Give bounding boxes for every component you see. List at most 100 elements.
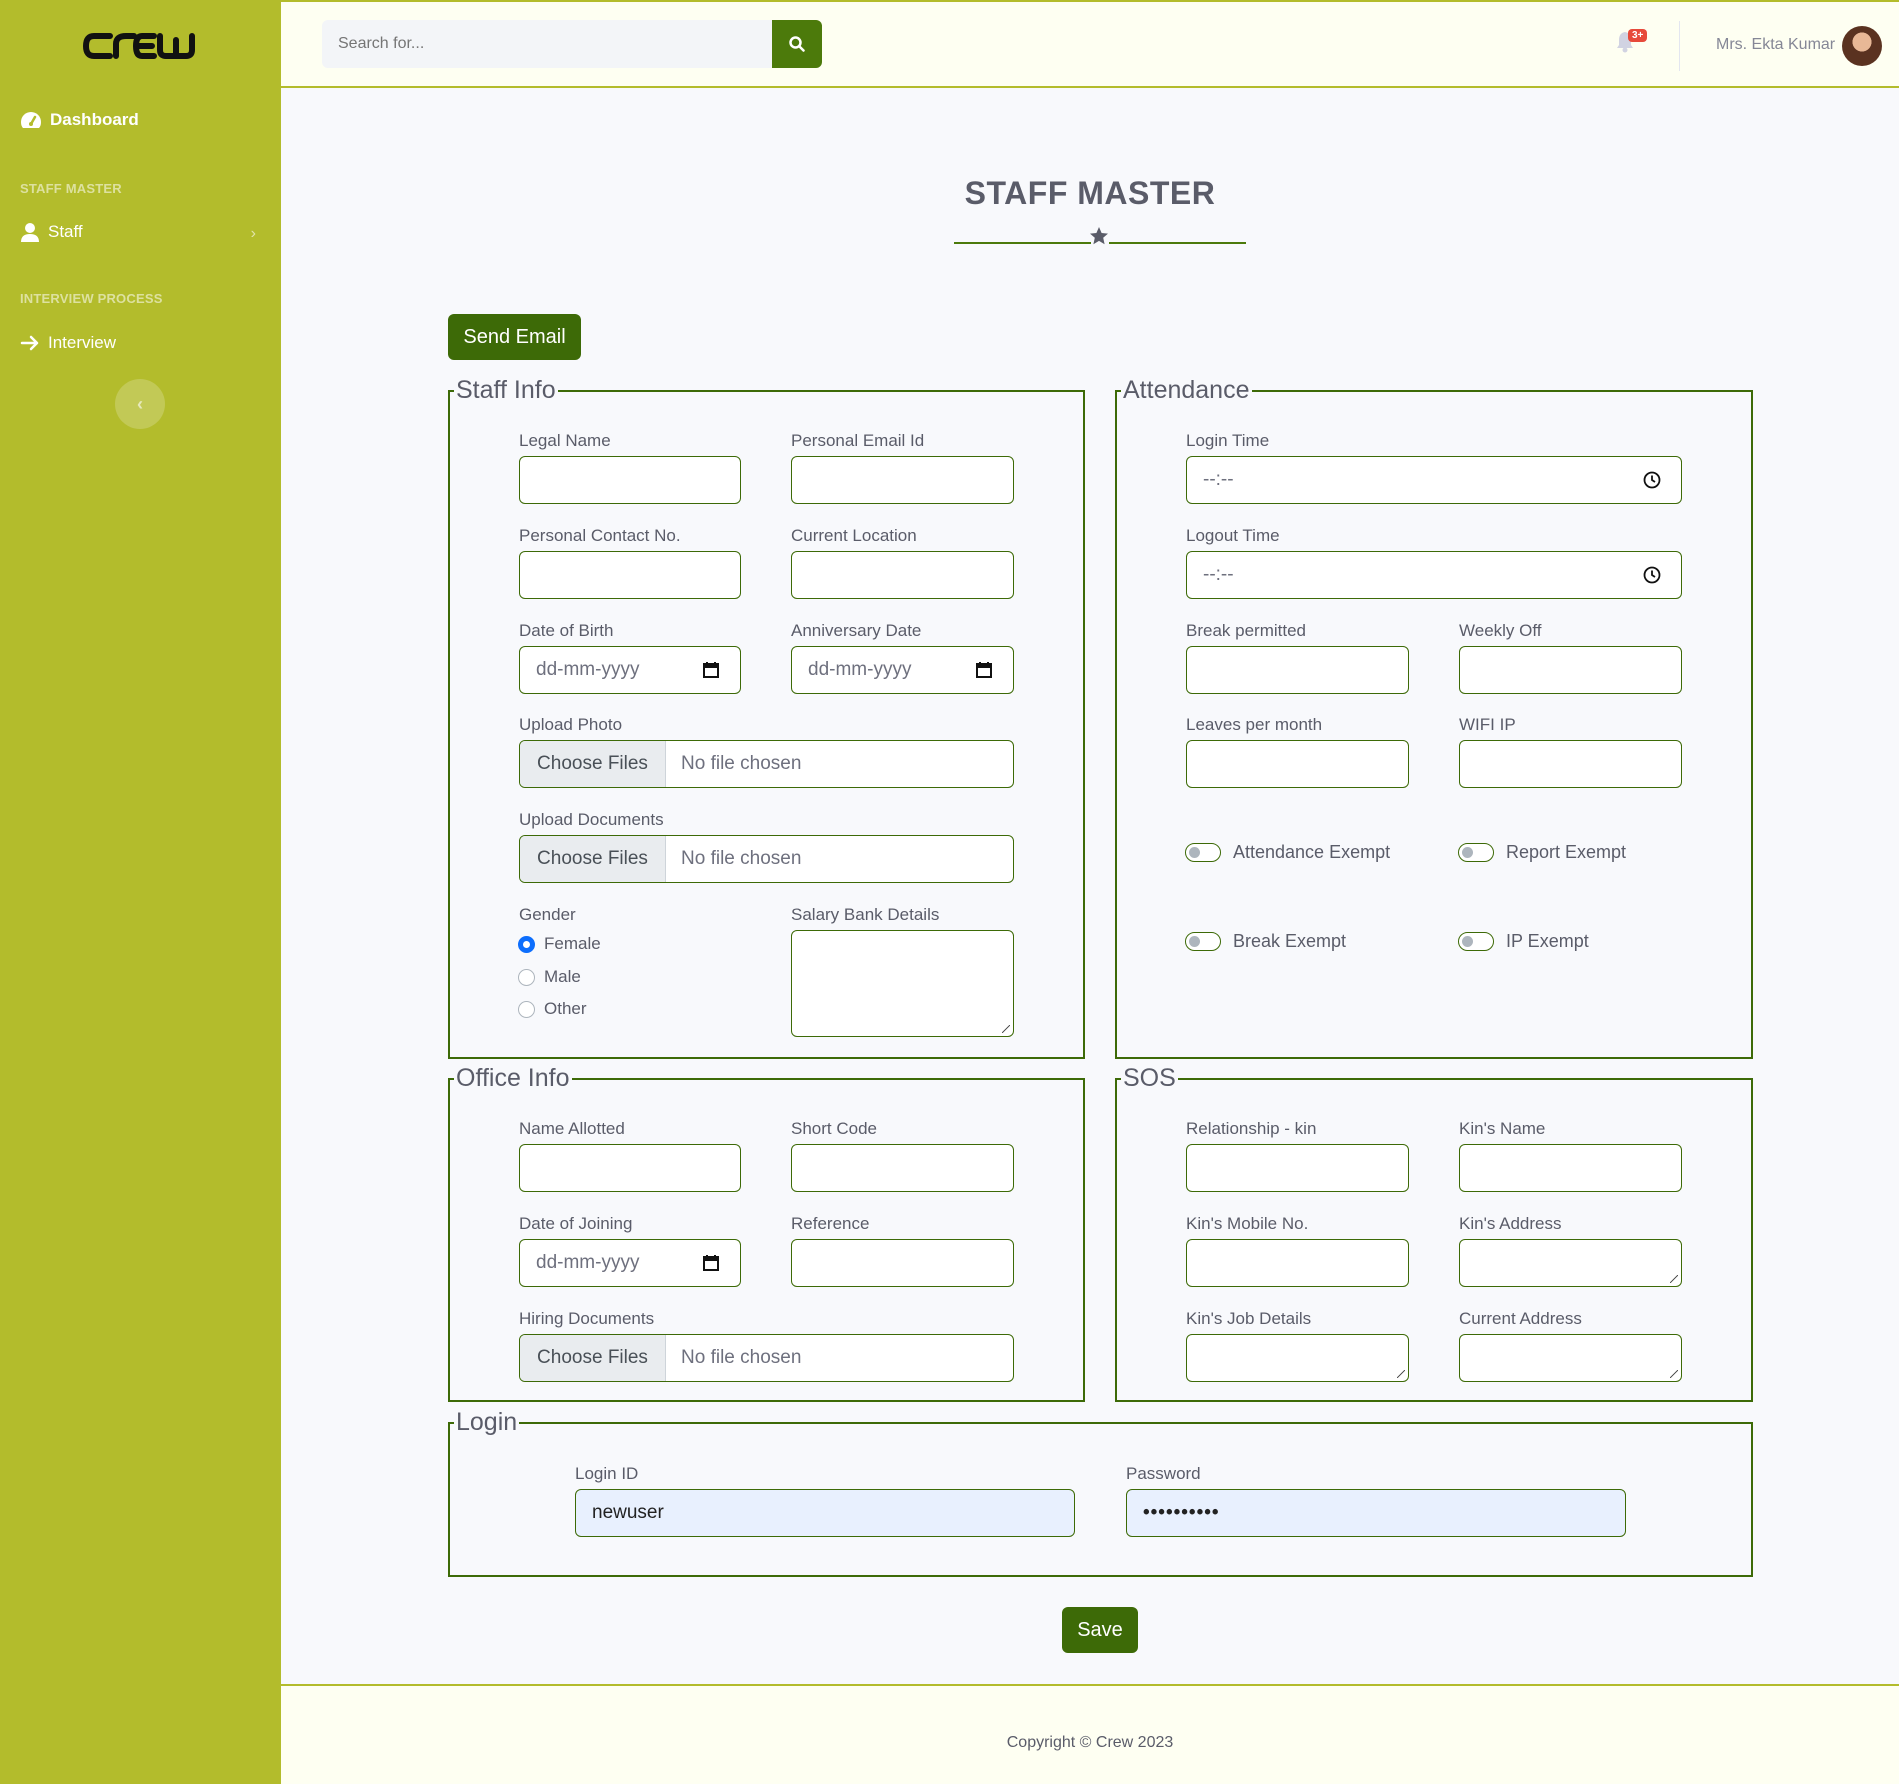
upload-docs-label: Upload Documents [519,810,664,829]
attendance-exempt-toggle[interactable]: Attendance Exempt [1185,842,1390,863]
clock-icon[interactable] [1643,566,1661,584]
relationship-label: Relationship - kin [1186,1119,1317,1138]
dob-placeholder: dd-mm-yyyy [536,659,640,680]
user-name[interactable]: Mrs. Ekta Kumar [1716,36,1835,54]
footer: Copyright © Crew 2023 [281,1684,1899,1784]
choose-files-button[interactable]: Choose Files [520,741,666,787]
password-value: •••••••••• [1143,1502,1220,1523]
sidebar-item-staff[interactable]: Staff [20,222,83,242]
location-input[interactable] [791,551,1014,599]
ip-exempt-toggle[interactable]: IP Exempt [1458,931,1589,952]
radio-button[interactable] [518,968,535,986]
title-divider-left [954,242,1091,244]
brand-logo[interactable] [82,26,196,66]
weekly-off-label: Weekly Off [1459,621,1542,640]
hiring-docs-input[interactable]: Choose Files No file chosen [519,1334,1014,1382]
logout-time-input[interactable]: --:-- [1186,551,1682,599]
search-button[interactable] [772,20,822,68]
sidebar-item-dashboard[interactable]: Dashboard [20,110,139,130]
calendar-icon[interactable] [975,661,993,679]
login-id-label: Login ID [575,1464,639,1483]
reference-label: Reference [791,1214,870,1233]
upload-docs-input[interactable]: Choose Files No file chosen [519,835,1014,883]
break-permitted-input[interactable] [1186,646,1409,694]
toggle-label: Report Exempt [1506,842,1627,862]
login-id-input[interactable]: newuser [575,1489,1075,1537]
title-divider-right [1109,242,1246,244]
contact-input[interactable] [519,551,741,599]
wifi-ip-input[interactable] [1459,740,1682,788]
hiring-docs-label: Hiring Documents [519,1309,655,1328]
gender-option-other[interactable]: Other [518,999,587,1019]
break-exempt-toggle[interactable]: Break Exempt [1185,931,1346,952]
sidebar-item-label: Interview [48,333,117,352]
login-time-input[interactable]: --:-- [1186,456,1682,504]
kin-address-label: Kin's Address [1459,1214,1562,1233]
sidebar-toggle-button[interactable]: ‹ [115,379,165,429]
legal-name-input[interactable] [519,456,741,504]
anniversary-label: Anniversary Date [791,621,922,640]
doj-input[interactable]: dd-mm-yyyy [519,1239,741,1287]
toggle-switch[interactable] [1458,843,1494,862]
current-address-textarea[interactable] [1459,1334,1682,1382]
calendar-icon[interactable] [702,1254,720,1272]
copyright-text: Copyright © Crew 2023 [1006,1734,1174,1751]
leaves-label: Leaves per month [1186,715,1323,734]
anniversary-input[interactable]: dd-mm-yyyy [791,646,1014,694]
radio-button[interactable] [518,1000,535,1018]
current-address-label: Current Address [1459,1309,1582,1328]
kin-name-input[interactable] [1459,1144,1682,1192]
choose-files-button[interactable]: Choose Files [520,836,666,882]
save-button[interactable]: Save [1062,1607,1138,1653]
name-allotted-input[interactable] [519,1144,741,1192]
dob-input[interactable]: dd-mm-yyyy [519,646,741,694]
section-legend: Login [456,1408,518,1436]
file-status: No file chosen [681,848,802,869]
gender-option-female[interactable]: Female [518,934,601,954]
toggle-switch[interactable] [1458,932,1494,951]
gender-label: Gender [519,905,576,924]
logout-time-label: Logout Time [1186,526,1280,545]
leaves-input[interactable] [1186,740,1409,788]
sidebar-item-label: Dashboard [50,110,139,129]
kin-mobile-input[interactable] [1186,1239,1409,1287]
gender-option-male[interactable]: Male [518,967,581,987]
reference-input[interactable] [791,1239,1014,1287]
time-placeholder: --:-- [1203,469,1234,490]
doj-label: Date of Joining [519,1214,633,1233]
clock-icon[interactable] [1643,471,1661,489]
calendar-icon[interactable] [702,661,720,679]
salary-textarea[interactable] [791,930,1014,1037]
search-icon [789,36,805,52]
toggle-switch[interactable] [1185,843,1221,862]
name-allotted-label: Name Allotted [519,1119,625,1138]
choose-files-button[interactable]: Choose Files [520,1335,666,1381]
kin-job-textarea[interactable] [1186,1334,1409,1382]
salary-label: Salary Bank Details [791,905,940,924]
section-legend: SOS [1123,1064,1176,1092]
chevron-right-icon: › [250,225,256,242]
radio-button[interactable] [518,935,535,953]
personal-email-label: Personal Email Id [791,431,925,450]
tachometer-icon [21,112,41,128]
toggle-label: Break Exempt [1233,931,1347,951]
file-status: No file chosen [681,1347,802,1368]
relationship-input[interactable] [1186,1144,1409,1192]
upload-photo-label: Upload Photo [519,715,623,734]
anniversary-placeholder: dd-mm-yyyy [808,659,912,680]
weekly-off-input[interactable] [1459,646,1682,694]
sidebar-item-interview[interactable]: Interview [20,333,116,353]
send-email-button[interactable]: Send Email [448,314,581,360]
password-input[interactable]: •••••••••• [1126,1489,1626,1537]
section-legend: Attendance [1123,376,1250,404]
avatar[interactable] [1842,26,1882,66]
upload-photo-input[interactable]: Choose Files No file chosen [519,740,1014,788]
personal-email-input[interactable] [791,456,1014,504]
report-exempt-toggle[interactable]: Report Exempt [1458,842,1626,863]
toggle-label: Attendance Exempt [1233,842,1391,862]
kin-address-textarea[interactable] [1459,1239,1682,1287]
short-code-input[interactable] [791,1144,1014,1192]
search-input[interactable] [322,20,772,68]
toggle-switch[interactable] [1185,932,1221,951]
arrow-right-icon [20,335,39,351]
